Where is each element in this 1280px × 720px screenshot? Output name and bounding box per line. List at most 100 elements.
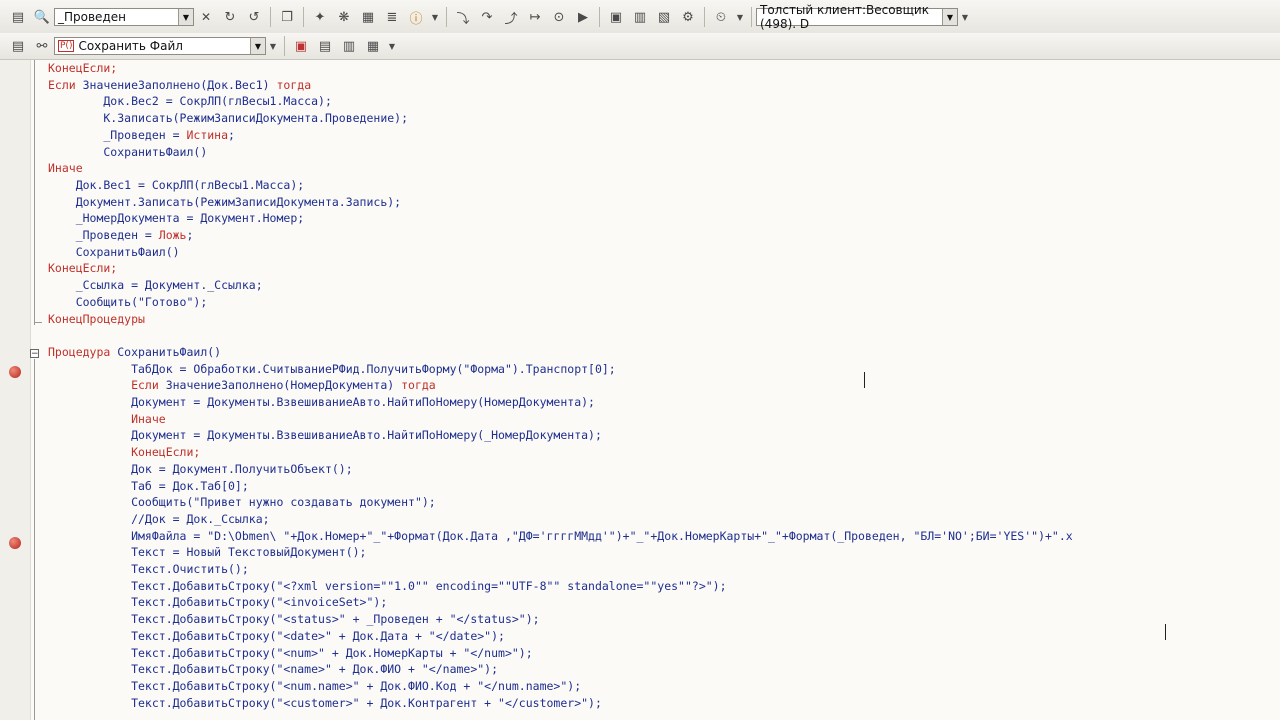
code-line[interactable]: Текст.ДобавитьСтроку("<date>" + Док.Дата…: [48, 628, 505, 645]
chevron-down-icon[interactable]: ▼: [387, 36, 397, 56]
code-line[interactable]: Таб = Док.Таб[0];: [48, 478, 249, 495]
main-toolbar: ▤ 🔍 _Проведен ▼ ✕ ↻ ↺ ❐ ✦ ❋ ▦ ≣ ⓘ ▼ ⤵ ↷ …: [0, 0, 1280, 35]
run-to-cursor-icon[interactable]: ↦: [525, 7, 545, 27]
clear-icon[interactable]: ✕: [196, 7, 216, 27]
timer-icon[interactable]: ⏲: [711, 7, 731, 27]
code-token: Док.Вес2 = СокрЛП(глВесы1.Масса);: [48, 94, 332, 109]
config-select[interactable]: Толстый клиент:Весовщик (498). D ▼: [756, 3, 958, 31]
code-line[interactable]: Текст.ДобавитьСтроку("<?xml version=""1.…: [48, 578, 727, 595]
code-line[interactable]: //Док = Док._Ссылка;: [48, 511, 270, 528]
step-into-icon[interactable]: ⤵: [453, 7, 473, 27]
code-token: Текст = Новый ТекстовыйДокумент();: [48, 545, 367, 560]
code-line[interactable]: ТабДок = Обработки.СчитываниеРФид.Получи…: [48, 361, 616, 378]
search-icon[interactable]: 🔍: [32, 7, 52, 27]
text-icon[interactable]: ≣: [382, 7, 402, 27]
code-line[interactable]: Док.Вес1 = СокрЛП(глВесы1.Масса);: [48, 177, 305, 194]
step-over-icon[interactable]: ↷: [477, 7, 497, 27]
code-line[interactable]: Док.Вес2 = СокрЛП(глВесы1.Масса);: [48, 93, 332, 110]
code-line[interactable]: Текст.ДобавитьСтроку("<customer>" + Док.…: [48, 695, 602, 712]
bookmark-next-icon[interactable]: ▤: [315, 36, 335, 56]
code-line[interactable]: ИмяФайла = "D:\Obmen\ "+Док.Номер+"_"+Фо…: [48, 528, 1073, 545]
code-token: _Проведен =: [48, 127, 187, 142]
chevron-down-icon[interactable]: ▼: [430, 7, 440, 27]
code-line[interactable]: Документ.Записать(РежимЗаписиДокумента.З…: [48, 194, 401, 211]
code-token: //Док = Док._Ссылка;: [48, 511, 270, 526]
watch-icon[interactable]: ▣: [606, 7, 626, 27]
chevron-down-icon[interactable]: ▼: [178, 9, 193, 25]
code-line[interactable]: КонецЕсли;: [48, 444, 200, 461]
code-line[interactable]: КонецПроцедуры: [48, 311, 145, 328]
code-line[interactable]: Текст.Очистить();: [48, 561, 249, 578]
bookmark-prev-icon[interactable]: ▥: [339, 36, 359, 56]
code-line[interactable]: Текст.ДобавитьСтроку("<name>" + Док.ФИО …: [48, 661, 498, 678]
module-list-icon[interactable]: ▤: [8, 7, 28, 27]
go-icon[interactable]: ▶: [573, 7, 593, 27]
find-prev-icon[interactable]: ↺: [244, 7, 264, 27]
code-line[interactable]: _Проведен = Истина;: [48, 127, 235, 144]
code-line[interactable]: Если ЗначениеЗаполнено(Док.Вес1) тогда: [48, 77, 311, 94]
code-token: _НомерДокумента = Документ.Номер;: [48, 211, 305, 226]
separator: [284, 36, 285, 56]
code-token: ЗначениеЗаполнено(Док.Вес1): [82, 77, 277, 92]
chevron-down-icon[interactable]: ▼: [268, 36, 278, 56]
code-line[interactable]: Текст.ДобавитьСтроку("<invoiceSet>");: [48, 594, 387, 611]
code-line[interactable]: КонецЕсли;: [48, 260, 117, 277]
chevron-down-icon[interactable]: ▼: [960, 7, 970, 27]
code-line[interactable]: _НомерДокумента = Документ.Номер;: [48, 210, 305, 227]
code-line[interactable]: Текст.ДобавитьСтроку("<status>" + _Прове…: [48, 611, 540, 628]
code-token: Док.Вес1 = СокрЛП(глВесы1.Масса);: [48, 177, 305, 192]
code-line[interactable]: Если ЗначениеЗаполнено(НомерДокумента) т…: [48, 377, 436, 394]
code-line[interactable]: Иначе: [48, 411, 166, 428]
code-line[interactable]: Процедура СохранитьФаил(): [48, 344, 221, 361]
calc-stack-icon[interactable]: ▥: [630, 7, 650, 27]
code-token: ЗначениеЗаполнено(НомерДокумента): [165, 378, 402, 393]
code-line[interactable]: К.Записать(РежимЗаписиДокумента.Проведен…: [48, 110, 408, 127]
code-token: ;: [228, 127, 235, 142]
code-line[interactable]: Сообщить("Готово");: [48, 294, 208, 311]
code-line[interactable]: КонецЕсли;: [48, 60, 117, 77]
procedure-select[interactable]: P() Сохранить Файл ▼: [54, 37, 266, 55]
procedure-list-icon[interactable]: ▤: [8, 36, 28, 56]
find-next-icon[interactable]: ↻: [220, 7, 240, 27]
tool-icon[interactable]: ⚙: [678, 7, 698, 27]
code-line[interactable]: Сообщить("Привет нужно создавать докумен…: [48, 494, 436, 511]
search-input[interactable]: _Проведен ▼: [54, 8, 194, 26]
code-line[interactable]: СохранитьФаил(): [48, 144, 207, 161]
code-token: Документ.Записать(РежимЗаписиДокумента.З…: [48, 194, 402, 209]
code-line[interactable]: СохранитьФаил(): [48, 244, 180, 261]
code-token: Текст.ДобавитьСтроку("<?xml version=""1.…: [48, 578, 727, 593]
code-editor[interactable]: − КонецЕсли; Если ЗначениеЗаполнено(Док.В…: [0, 60, 1280, 720]
bookmark-add-icon[interactable]: ▣: [291, 36, 311, 56]
code-token: ИмяФайла = "D:\Obmen\ "+Док.Номер+"_"+Фо…: [48, 528, 1073, 543]
code-line[interactable]: Док = Документ.ПолучитьОбъект();: [48, 461, 353, 478]
copy-icon[interactable]: ❐: [277, 7, 297, 27]
code-token: КонецПроцедуры: [48, 311, 145, 326]
code-line[interactable]: Иначе: [48, 160, 83, 177]
call-stack-icon[interactable]: ▧: [654, 7, 674, 27]
chevron-down-icon[interactable]: ▼: [942, 9, 957, 25]
code-token: Если: [48, 77, 83, 92]
code-line[interactable]: Документ = Документы.ВзвешиваниеАвто.Най…: [48, 394, 595, 411]
code-token: тогда: [276, 77, 312, 92]
chevron-down-icon[interactable]: ▼: [735, 7, 745, 27]
zoom-icon[interactable]: ⚯: [32, 36, 52, 56]
breakpoint-icon[interactable]: ⊙: [549, 7, 569, 27]
code-token: ;: [186, 228, 194, 242]
template-icon[interactable]: ▦: [358, 7, 378, 27]
separator: [303, 7, 304, 27]
separator: [704, 7, 705, 27]
bookmark-clear-icon[interactable]: ▦: [363, 36, 383, 56]
code-line[interactable]: _Проведен = Ложь;: [48, 227, 194, 244]
module-icon[interactable]: ❋: [334, 7, 354, 27]
wizard-icon[interactable]: ✦: [310, 7, 330, 27]
code-line[interactable]: Текст.ДобавитьСтроку("<num.name>" + Док.…: [48, 678, 581, 695]
step-out-icon[interactable]: ⤴: [501, 7, 521, 27]
code-token: Ложь: [158, 228, 187, 242]
code-text[interactable]: КонецЕсли; Если ЗначениеЗаполнено(Док.Вес…: [0, 60, 1280, 720]
code-line[interactable]: Текст.ДобавитьСтроку("<num>" + Док.Номер…: [48, 645, 533, 662]
code-line[interactable]: _Ссылка = Документ._Ссылка;: [48, 277, 263, 294]
code-line[interactable]: Текст = Новый ТекстовыйДокумент();: [48, 544, 367, 561]
info-icon[interactable]: ⓘ: [406, 7, 426, 27]
code-line[interactable]: Документ = Документы.ВзвешиваниеАвто.Най…: [48, 427, 602, 444]
chevron-down-icon[interactable]: ▼: [250, 38, 265, 54]
